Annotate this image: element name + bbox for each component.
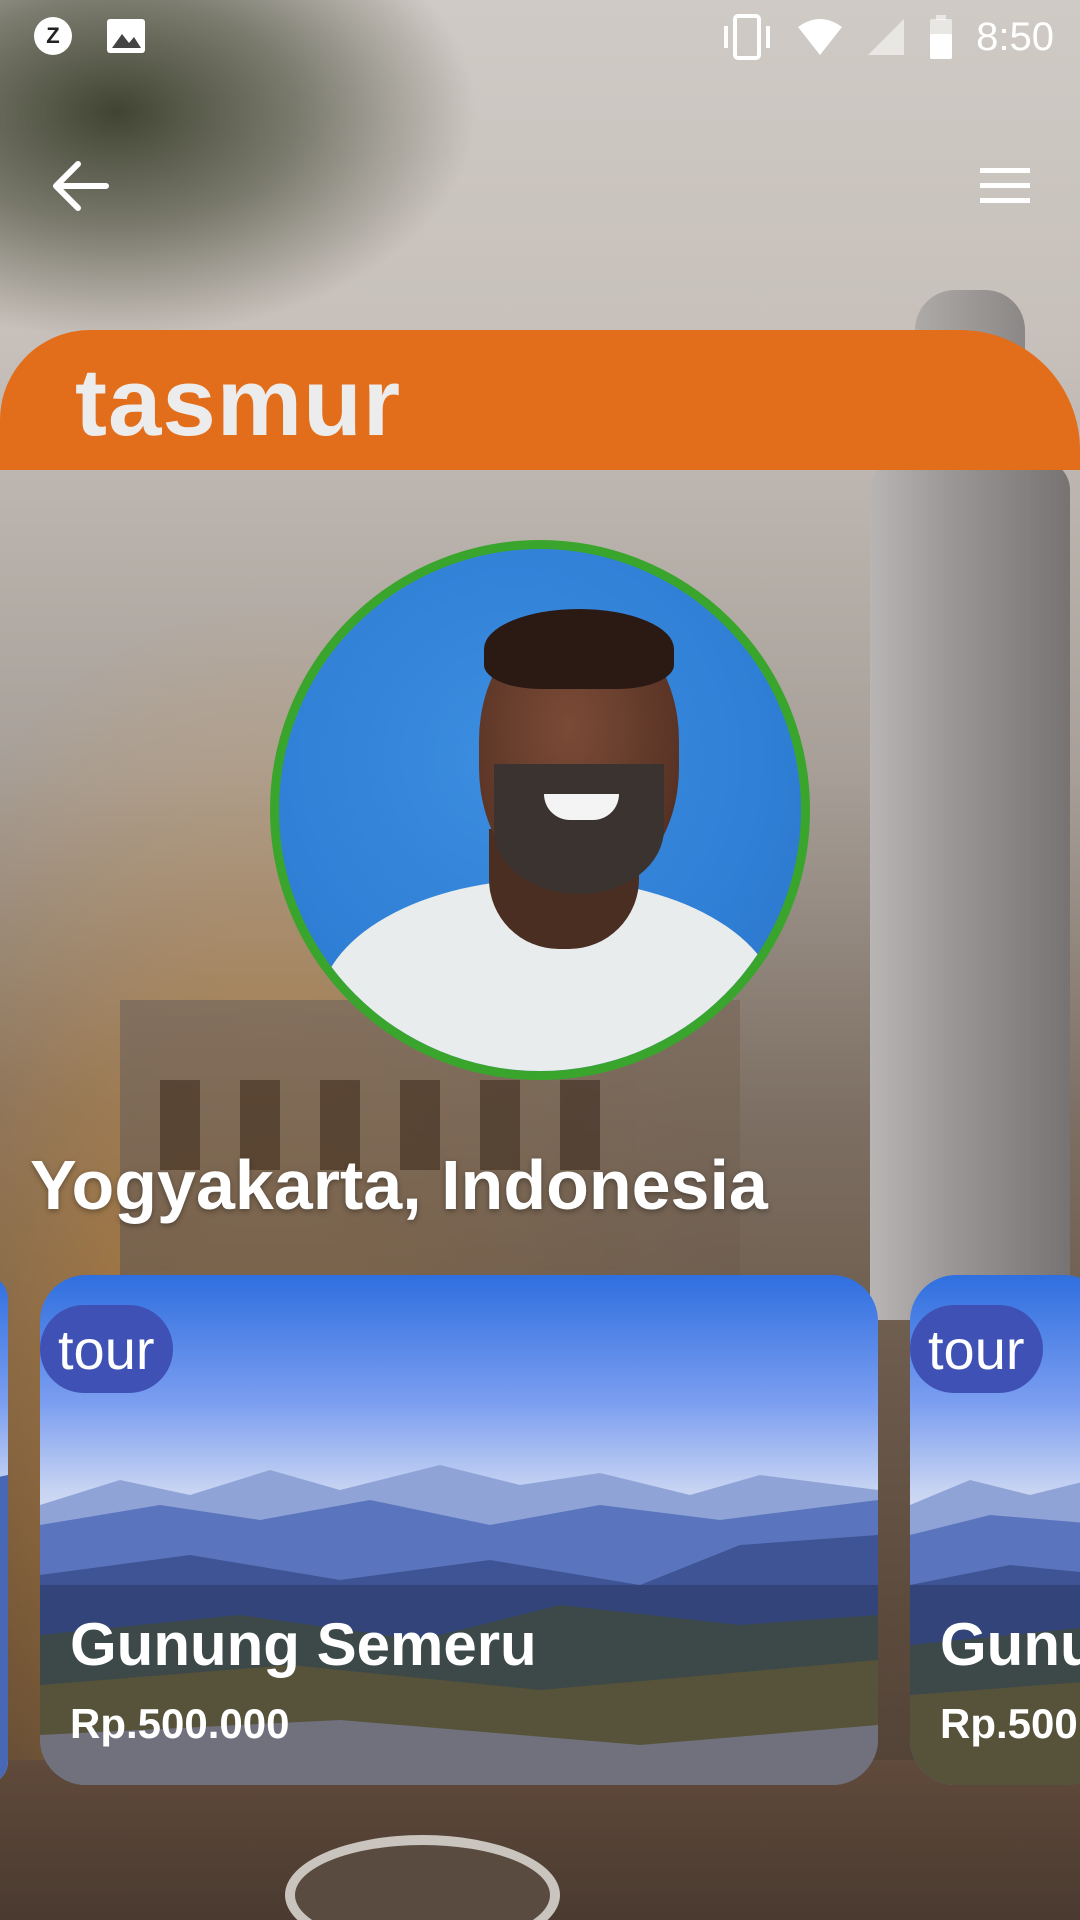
card-price: Rp.500.000 — [70, 1700, 290, 1747]
profile-avatar[interactable] — [270, 540, 810, 1080]
hamburger-menu-icon — [980, 168, 1030, 203]
tour-card-partial-left[interactable] — [0, 1275, 8, 1785]
gallery-icon — [106, 16, 146, 56]
signal-icon — [866, 17, 906, 57]
menu-button[interactable] — [978, 162, 1032, 210]
card-price: Rp.500.000 — [940, 1700, 1080, 1747]
tour-card[interactable]: tour Gunung Semeru Rp.500.000 — [910, 1275, 1080, 1785]
clock-time: 8:50 — [976, 14, 1054, 59]
z-notification-icon: Z — [34, 17, 72, 55]
card-title: Gunung Semeru — [70, 1611, 537, 1678]
wifi-icon — [796, 17, 844, 57]
vibrate-icon — [720, 14, 774, 60]
card-title: Gunung Semeru — [940, 1611, 1080, 1678]
tour-tag: tour — [910, 1305, 1043, 1393]
battery-icon — [928, 14, 954, 60]
back-button[interactable] — [50, 158, 110, 214]
status-bar: Z 8:50 — [0, 0, 1080, 72]
monument — [870, 460, 1070, 1320]
location-label: Yogyakarta, Indonesia — [30, 1146, 768, 1224]
arrow-back-icon — [53, 161, 109, 211]
tour-card[interactable]: tour Gunung Semeru Rp.500.000 — [40, 1275, 878, 1785]
app-title: tasmur — [75, 349, 402, 456]
tour-tag: tour — [40, 1305, 173, 1393]
